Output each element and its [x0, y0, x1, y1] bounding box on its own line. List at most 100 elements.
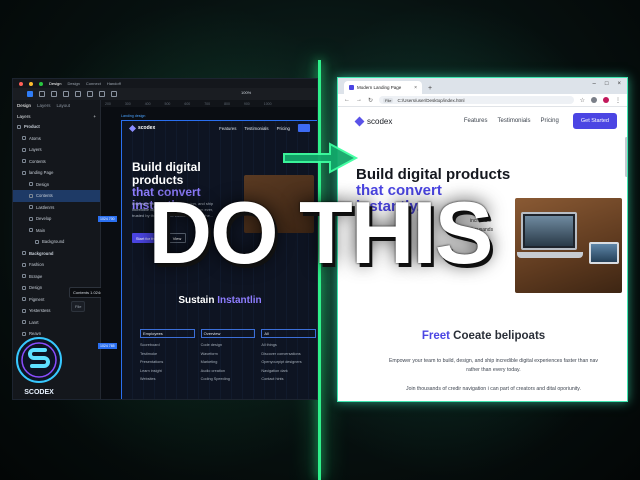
- layer-icon: [22, 285, 26, 290]
- comment-tool-icon[interactable]: [111, 91, 117, 97]
- back-icon[interactable]: ←: [344, 97, 350, 103]
- table-row: Navigation dark: [261, 368, 288, 373]
- browser-tab-strip: Modern Landing Page × + – □ ×: [338, 78, 627, 94]
- frame-navbar: scodex Features Testimonials Pricing: [122, 121, 317, 135]
- layer-item[interactable]: landing Page: [13, 167, 100, 179]
- rectangle-tool-icon[interactable]: [51, 91, 57, 97]
- frame-section-title: Sustain Instantlin: [178, 295, 262, 306]
- menu-tab-handoff[interactable]: Handoff: [107, 81, 121, 86]
- close-dot[interactable]: [19, 81, 23, 86]
- page-scrollbar[interactable]: [625, 137, 627, 177]
- layer-tooltip-file: File: [71, 301, 86, 312]
- hand-tool-icon[interactable]: [99, 91, 105, 97]
- zoom-level[interactable]: 100%: [241, 90, 251, 95]
- text-tool-icon[interactable]: [75, 91, 81, 97]
- menu-tab-connect[interactable]: Connect: [86, 81, 101, 86]
- panel-tab-design[interactable]: Design: [17, 103, 31, 108]
- table-row: Audio creation: [200, 368, 225, 373]
- logo-icon: [354, 116, 365, 126]
- layer-icon: [22, 320, 26, 325]
- maximize-dot[interactable]: [39, 81, 43, 86]
- panel-tab-layout[interactable]: Layout: [57, 103, 71, 108]
- layer-item[interactable]: Contents: [13, 156, 100, 168]
- add-layer-icon[interactable]: +: [93, 114, 96, 119]
- layers-title: Layers: [17, 114, 31, 119]
- frame-nav-pricing[interactable]: Pricing: [277, 126, 290, 131]
- pen-tool-icon[interactable]: [63, 91, 69, 97]
- get-started-button[interactable]: Get Started: [572, 113, 617, 129]
- layer-icon: [22, 147, 26, 152]
- panel-tabs: Design Layers Layout: [13, 100, 100, 110]
- extensions-icon[interactable]: [591, 97, 597, 103]
- section-title: Freet Coeate belipoats: [421, 330, 546, 342]
- frame-cta-button[interactable]: [298, 124, 310, 132]
- favicon-icon: [349, 85, 354, 90]
- table-row: Coding Speeding: [200, 377, 230, 382]
- table-row: Waveform: [200, 351, 218, 356]
- section-paragraph: Empower your team to build, design, and …: [388, 358, 599, 373]
- page-logo[interactable]: scodex: [354, 116, 392, 126]
- section-paragraph-2: Join thousands of credir navigation i ca…: [406, 386, 581, 392]
- nav-link-features[interactable]: Features: [464, 118, 488, 124]
- page-navbar: scodex Features Testimonials Pricing Get…: [338, 107, 627, 135]
- image-tool-icon[interactable]: [87, 91, 93, 97]
- scodex-logo-badge: SCODEX: [16, 337, 62, 396]
- layer-icon: [22, 136, 26, 141]
- frame-table: Employees Scoreboard Testimoke Presentat…: [140, 329, 317, 384]
- frame-nav-features[interactable]: Features: [219, 126, 236, 131]
- table-row: Marketing: [200, 360, 218, 365]
- profile-avatar[interactable]: [603, 97, 609, 103]
- logo-icon: [128, 124, 137, 132]
- layer-icon: [22, 159, 26, 164]
- dimension-badge: 1024 765: [98, 343, 117, 349]
- reload-icon[interactable]: ↻: [368, 97, 373, 104]
- tab-close-icon[interactable]: ×: [414, 85, 417, 91]
- minimize-dot[interactable]: [29, 81, 33, 86]
- frame-label[interactable]: Landing design: [121, 114, 145, 118]
- address-bar[interactable]: File C:/Users/user/Desktop/index.html: [379, 96, 574, 104]
- maximize-icon[interactable]: □: [605, 81, 609, 87]
- menu-tab-design-2[interactable]: Design: [67, 81, 79, 86]
- layer-icon: [22, 297, 26, 302]
- layers-header: Layers +: [13, 110, 100, 121]
- frame-logo: scodex: [128, 124, 155, 132]
- panel-tab-layers[interactable]: Layers: [37, 103, 51, 108]
- frame-nav-testimonials[interactable]: Testimonials: [244, 126, 268, 131]
- frame-nav-links: Features Testimonials Pricing: [219, 126, 290, 131]
- nav-link-pricing[interactable]: Pricing: [541, 118, 559, 124]
- layer-icon: [22, 170, 26, 175]
- frame-tool-icon[interactable]: [39, 91, 45, 97]
- page-nav-links: Features Testimonials Pricing: [464, 118, 559, 124]
- editor-titlebar: Design Design Connect Handoff: [13, 79, 317, 88]
- logo-badge-label: SCODEX: [24, 389, 54, 396]
- table-row: All things: [261, 343, 277, 348]
- layer-item[interactable]: Product: [13, 121, 100, 133]
- new-tab-icon[interactable]: +: [428, 85, 432, 92]
- tab-title: Modern Landing Page: [357, 85, 402, 90]
- table-header: All: [261, 329, 317, 338]
- table-header: Employees: [140, 329, 195, 338]
- bookmark-star-icon[interactable]: ☆: [580, 97, 585, 104]
- layer-icon: [29, 182, 33, 187]
- close-window-icon[interactable]: ×: [617, 81, 621, 87]
- table-row: Testimoke: [140, 351, 158, 356]
- layer-item[interactable]: Atoms: [13, 133, 100, 145]
- minimize-icon[interactable]: –: [593, 81, 596, 87]
- forward-icon[interactable]: →: [356, 97, 362, 103]
- browser-tab[interactable]: Modern Landing Page ×: [344, 81, 422, 94]
- table-row: Code design: [200, 343, 222, 348]
- layer-item[interactable]: Lanrt: [13, 317, 100, 329]
- url-text: C:/Users/user/Desktop/index.html: [397, 97, 465, 103]
- table-row: Contact hints: [261, 377, 284, 382]
- move-tool-icon[interactable]: [27, 91, 33, 97]
- table-row: Presentations: [140, 360, 164, 365]
- layer-item[interactable]: Layers: [13, 144, 100, 156]
- layer-item[interactable]: Yesterstess: [13, 305, 100, 317]
- nav-link-testimonials[interactable]: Testimonials: [498, 118, 531, 124]
- table-row: Scoreboard: [140, 343, 160, 348]
- table-row: Discover conversations: [261, 351, 301, 356]
- menu-tab-design[interactable]: Design: [49, 81, 61, 86]
- table-header: Overview: [200, 329, 256, 338]
- arrow-right-icon: [283, 142, 359, 174]
- menu-kebab-icon[interactable]: ⋮: [615, 97, 621, 104]
